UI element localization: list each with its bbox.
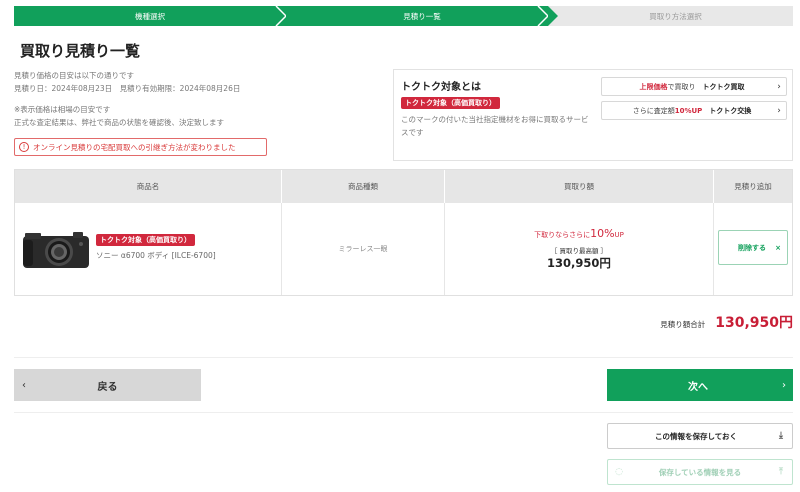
price-cell: 下取りならさらに10%UP ［ 買取り最高額 ］ 130,950円 <box>445 203 714 295</box>
step-estimate-list: 見積り一覧 <box>276 6 558 26</box>
next-label: 次へ <box>688 381 708 393</box>
back-button[interactable]: ‹ 戻る <box>14 369 201 401</box>
link-text: で買取り <box>667 82 696 91</box>
product-type: ミラーレス一眼 <box>338 245 388 253</box>
loading-icon: ◌ <box>615 467 623 477</box>
link-highlight: 上限価格 <box>639 82 668 91</box>
save-info-button[interactable]: この情報を保存しておく ⤓ <box>607 423 793 449</box>
total-amount: 130,950円 <box>715 315 793 331</box>
promo-text: 下取りならさらに <box>534 231 591 239</box>
chevron-right-icon: › <box>782 379 786 391</box>
chevron-left-icon: ‹ <box>22 379 26 391</box>
max-price-note: ［ 買取り最高額 ］ <box>550 247 608 255</box>
promo-percent: 10% <box>590 227 615 240</box>
purchase-price: 130,950円 <box>547 256 611 270</box>
action-cell: 削除する × <box>714 203 792 295</box>
table-row: トクトク対象（高価買取り） ソニー α6700 ボディ [ILCE-6700] … <box>15 203 792 295</box>
tokutoku-exchange-link[interactable]: さらに査定額10%UP トクトク交換 › <box>601 101 787 120</box>
header-add-estimate: 見積り追加 <box>734 182 772 191</box>
tokutoku-badge: トクトク対象（高価買取り） <box>96 234 195 246</box>
total-label: 見積り額合計 <box>660 320 706 329</box>
alert-text: オンライン見積りの宅配買取への引継ぎ方法が変わりました <box>33 142 236 152</box>
note-line: 見積り日：2024年08月23日 見積り有効期限：2024年08月26日 <box>14 84 241 93</box>
upload-icon: ⤒ <box>779 467 783 477</box>
product-name: ソニー α6700 ボディ [ILCE-6700] <box>96 251 216 260</box>
delete-button[interactable]: 削除する × <box>718 230 788 265</box>
header-product-name: 商品名 <box>15 170 282 203</box>
step-progress-bar: 機種選択 見積り一覧 買取り方法選択 <box>14 6 793 26</box>
link-title: トクトク買取 <box>702 82 745 91</box>
estimate-total: 見積り額合計 130,950円 <box>660 312 793 332</box>
note-line: 見積り価格の目安は以下の通りです <box>14 71 134 80</box>
camera-product-image <box>23 232 89 268</box>
view-saved-info-button[interactable]: ◌ 保存している情報を見る ⤒ <box>607 459 793 485</box>
table-header: 商品名 商品種類 買取り額 見積り追加 <box>15 170 792 203</box>
page-title: 買取り見積り一覧 <box>20 42 141 60</box>
product-cell: トクトク対象（高価買取り） ソニー α6700 ボディ [ILCE-6700] <box>15 203 282 295</box>
chevron-right-icon: › <box>777 81 781 92</box>
load-label: 保存している情報を見る <box>658 467 742 477</box>
divider <box>14 357 793 358</box>
estimate-notes: 見積り価格の目安は以下の通りです 見積り日：2024年08月23日 見積り有効期… <box>14 69 240 129</box>
type-cell: ミラーレス一眼 <box>282 203 445 295</box>
alert-link[interactable]: ! オンライン見積りの宅配買取への引継ぎ方法が変わりました <box>14 138 267 156</box>
note-line: 正式な査定結果は、弊社で商品の状態を確認後、決定致します <box>14 118 224 127</box>
tokutoku-badge: トクトク対象（高価買取り） <box>401 97 500 109</box>
delete-label: 削除する <box>738 243 766 252</box>
link-title: トクトク交換 <box>709 106 752 115</box>
trade-in-promo: 下取りならさらに10%UP <box>445 227 713 240</box>
back-label: 戻る <box>97 381 118 393</box>
next-button[interactable]: 次へ › <box>607 369 793 401</box>
save-label: この情報を保存しておく <box>654 431 738 441</box>
step-divider-icon <box>537 6 548 26</box>
tokutoku-info-box: トクトク対象とは トクトク対象（高価買取り） このマークの付いた当社指定機材をお… <box>393 69 793 161</box>
note-line: ※表示価格は相場の目安です <box>14 105 111 114</box>
header-product-type: 商品種類 <box>282 170 445 203</box>
estimate-table: 商品名 商品種類 買取り額 見積り追加 トクトク対象（高価買取り） ソニー α6… <box>14 169 793 296</box>
promo-text: UP <box>614 231 624 239</box>
exclamation-icon: ! <box>19 142 29 152</box>
download-icon: ⤓ <box>779 431 783 441</box>
step-model-select: 機種選択 <box>14 6 286 26</box>
divider <box>14 412 793 413</box>
step-purchase-method: 買取り方法選択 <box>548 6 793 26</box>
info-title: トクトク対象とは <box>401 82 481 93</box>
info-description: このマークの付いた当社指定機材をお得に買取るサービスです <box>401 115 589 137</box>
tokutoku-purchase-link[interactable]: 上限価格で買取り トクトク買取 › <box>601 77 787 96</box>
step-divider-icon <box>275 6 286 26</box>
close-icon: × <box>775 243 781 252</box>
link-highlight: 10%UP <box>674 106 703 115</box>
chevron-right-icon: › <box>777 105 781 116</box>
header-purchase-price: 買取り額 <box>445 170 714 203</box>
link-text: さらに査定額 <box>632 106 675 115</box>
